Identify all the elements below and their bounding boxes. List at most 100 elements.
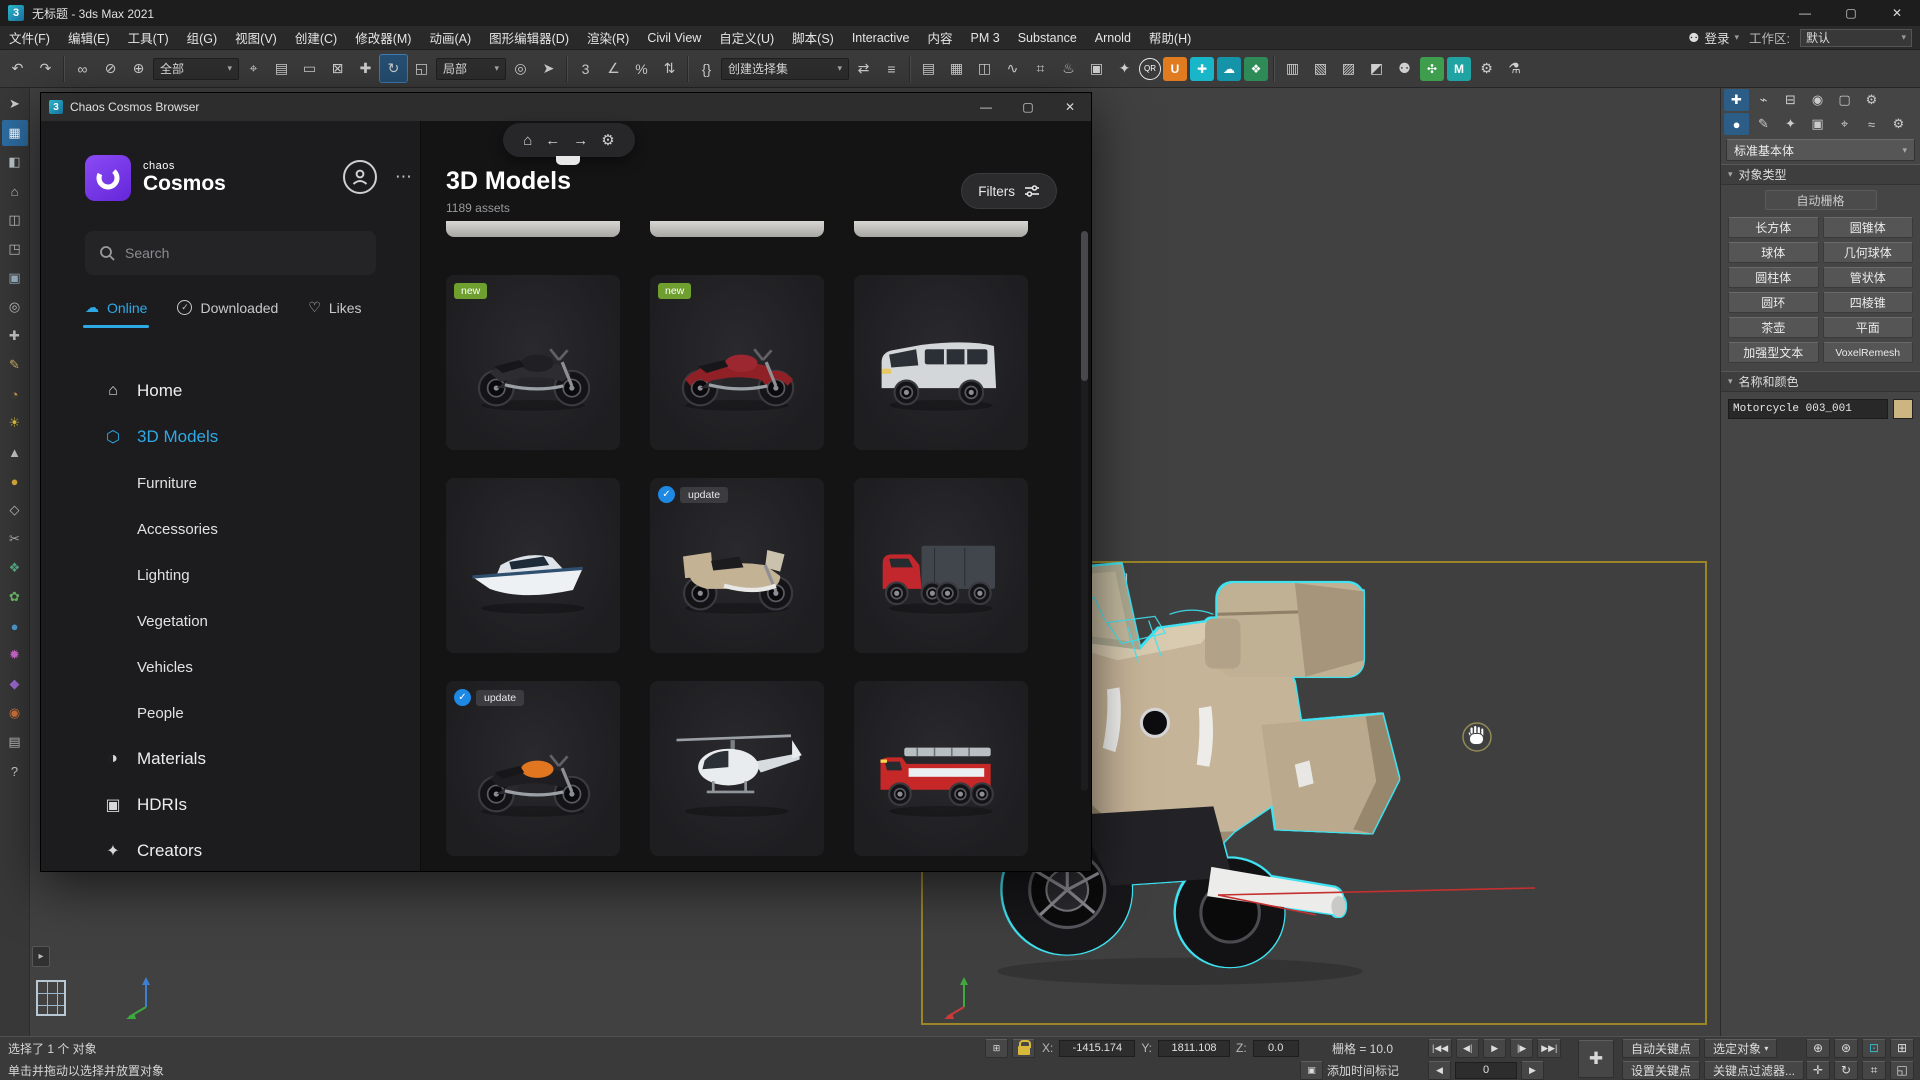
rectangular-selection-region-icon[interactable]: ▭	[296, 55, 323, 82]
cameras-category[interactable]: ▣	[1805, 113, 1830, 135]
water-drop-icon[interactable]: ●	[2, 613, 28, 639]
primitive-button-球体[interactable]: 球体	[1728, 242, 1819, 263]
orbit-icon[interactable]: ↻	[1834, 1061, 1858, 1080]
diamond-tool-icon[interactable]: ◇	[2, 497, 28, 523]
redo-icon[interactable]: ↷	[32, 55, 59, 82]
primitive-button-管状体[interactable]: 管状体	[1823, 267, 1914, 288]
percent-snap-icon[interactable]: %	[628, 55, 655, 82]
window-crossing-toggle-icon[interactable]: ⊠	[324, 55, 351, 82]
menu-e[interactable]: 编辑(E)	[59, 26, 119, 49]
phoenix-icon[interactable]: ❖	[1244, 57, 1268, 81]
field-of-view-icon[interactable]: ⌗	[1862, 1061, 1886, 1080]
more-menu-icon[interactable]: ⋯	[395, 167, 413, 187]
array-tools-icon[interactable]: ▥	[1279, 55, 1306, 82]
menu-g[interactable]: 组(G)	[178, 26, 227, 49]
use-pivot-center-icon[interactable]: ◎	[507, 55, 534, 82]
asset-card-firetruck[interactable]	[854, 681, 1028, 856]
primitive-button-voxelremesh[interactable]: VoxelRemesh	[1823, 342, 1914, 363]
schematic-view-icon[interactable]: ⌗	[1027, 55, 1054, 82]
transform-type-in-icon[interactable]: ⊞	[985, 1039, 1008, 1058]
menu-civilview[interactable]: Civil View	[638, 26, 710, 49]
lights-category[interactable]: ✦	[1778, 113, 1803, 135]
z-coordinate-field[interactable]	[1253, 1040, 1299, 1057]
partial-card[interactable]	[854, 221, 1028, 237]
sidebar-item-furniture[interactable]: Furniture	[41, 460, 420, 506]
vegetation-tool-icon[interactable]: ✿	[2, 584, 28, 610]
selected-objects-select[interactable]: 选定对象 ▾	[1704, 1039, 1777, 1058]
render-production-icon[interactable]: ✦	[1111, 55, 1138, 82]
cosmos-maximize-button[interactable]: ▢	[1007, 93, 1049, 121]
key-filters-button[interactable]: 关键点过滤器...	[1704, 1061, 1804, 1080]
settings-icon[interactable]: ⚙	[1473, 55, 1500, 82]
sidebar-item-3d-models[interactable]: ⬡3D Models	[41, 414, 420, 460]
asset-card-cafe-motorcycle[interactable]: new	[446, 275, 620, 450]
geometry-category[interactable]: ●	[1724, 113, 1749, 135]
sidebar-item-accessories[interactable]: Accessories	[41, 506, 420, 552]
tab-online[interactable]: ☁Online	[85, 299, 147, 328]
cut-tool-icon[interactable]: ✂	[2, 526, 28, 552]
menu-h[interactable]: 帮助(H)	[1140, 26, 1200, 49]
menu-[interactable]: 内容	[919, 26, 962, 49]
vray-toolbar-icon[interactable]: ✚	[1190, 57, 1214, 81]
go-to-start-button[interactable]: |◀◀	[1428, 1039, 1452, 1058]
primitive-button-茶壶[interactable]: 茶壶	[1728, 317, 1819, 338]
utilities-tab[interactable]: ⚙	[1859, 89, 1884, 111]
menu-s[interactable]: 脚本(S)	[783, 26, 843, 49]
undo-icon[interactable]: ↶	[4, 55, 31, 82]
modify-tab[interactable]: ⌁	[1751, 89, 1776, 111]
sidebar-item-vehicles[interactable]: Vehicles	[41, 644, 420, 690]
login-button[interactable]: ⚉ 登录 ▾	[1688, 28, 1739, 47]
select-object-icon[interactable]: ⌖	[240, 55, 267, 82]
object-color-swatch[interactable]	[1893, 399, 1913, 419]
qr-code-icon[interactable]: QR	[1139, 58, 1161, 80]
reference-coordinate-select[interactable]: 局部▾	[436, 58, 506, 80]
window-tool-icon[interactable]: ◫	[2, 207, 28, 233]
partial-card[interactable]	[650, 221, 824, 237]
select-cursor-icon[interactable]: ➤	[2, 91, 28, 117]
menu-d[interactable]: 图形编辑器(D)	[480, 26, 578, 49]
menu-t[interactable]: 工具(T)	[119, 26, 178, 49]
menu-substance[interactable]: Substance	[1009, 26, 1086, 49]
preview-tool-icon[interactable]: ▣	[2, 265, 28, 291]
menu-f[interactable]: 文件(F)	[0, 26, 59, 49]
spinner-snap-icon[interactable]: ⇅	[656, 55, 683, 82]
toggle-scene-explorer-icon[interactable]: ▤	[915, 55, 942, 82]
primitive-button-四棱锥[interactable]: 四棱锥	[1823, 292, 1914, 313]
auto-key-button[interactable]: 自动关键点	[1622, 1039, 1700, 1058]
search-box[interactable]	[85, 231, 376, 275]
home-grid-icon[interactable]: ⌂	[2, 178, 28, 204]
curve-editor-icon[interactable]: ∿	[999, 55, 1026, 82]
go-to-end-button[interactable]: ▶▶|	[1537, 1039, 1561, 1058]
primitive-button-加强型文本[interactable]: 加强型文本	[1728, 342, 1819, 363]
set-key-button[interactable]: 设置关键点	[1622, 1061, 1700, 1080]
primitive-button-平面[interactable]: 平面	[1823, 317, 1914, 338]
menu-v[interactable]: 视图(V)	[226, 26, 286, 49]
gear-icon[interactable]: ⚙	[601, 131, 614, 149]
transform-gizmo[interactable]	[1210, 883, 1550, 927]
primitive-button-长方体[interactable]: 长方体	[1728, 217, 1819, 238]
toolbar-icon-a[interactable]: ▧	[1307, 55, 1334, 82]
scrollbar[interactable]	[1081, 231, 1088, 791]
object-name-field[interactable]	[1728, 399, 1888, 419]
menu-c[interactable]: 创建(C)	[286, 26, 346, 49]
cosmos-minimize-button[interactable]: —	[965, 93, 1007, 121]
scrollbar-thumb[interactable]	[1081, 231, 1088, 381]
character-tools-icon[interactable]: ⚉	[1391, 55, 1418, 82]
list-tool-icon[interactable]: ▤	[2, 729, 28, 755]
menu-pm3[interactable]: PM 3	[962, 26, 1009, 49]
fx-tool-icon[interactable]: ✹	[2, 642, 28, 668]
add-tool-icon[interactable]: ✚	[2, 323, 28, 349]
bind-to-space-warp-icon[interactable]: ⊕	[125, 55, 152, 82]
x-coordinate-field[interactable]	[1059, 1040, 1135, 1057]
sidebar-item-hdris[interactable]: ▣HDRIs	[41, 782, 420, 828]
primitive-button-几何球体[interactable]: 几何球体	[1823, 242, 1914, 263]
menu-arnold[interactable]: Arnold	[1086, 26, 1140, 49]
scatter-tool-icon[interactable]: ❖	[2, 555, 28, 581]
display-tab[interactable]: ▢	[1832, 89, 1857, 111]
primitive-button-圆环[interactable]: 圆环	[1728, 292, 1819, 313]
workspace-select[interactable]: 默认▾	[1800, 29, 1912, 47]
mini-listener-icon[interactable]	[36, 980, 66, 1016]
current-frame-field[interactable]	[1455, 1062, 1517, 1079]
next-frame-button[interactable]: |▶	[1510, 1039, 1533, 1058]
menu-u[interactable]: 自定义(U)	[710, 26, 783, 49]
